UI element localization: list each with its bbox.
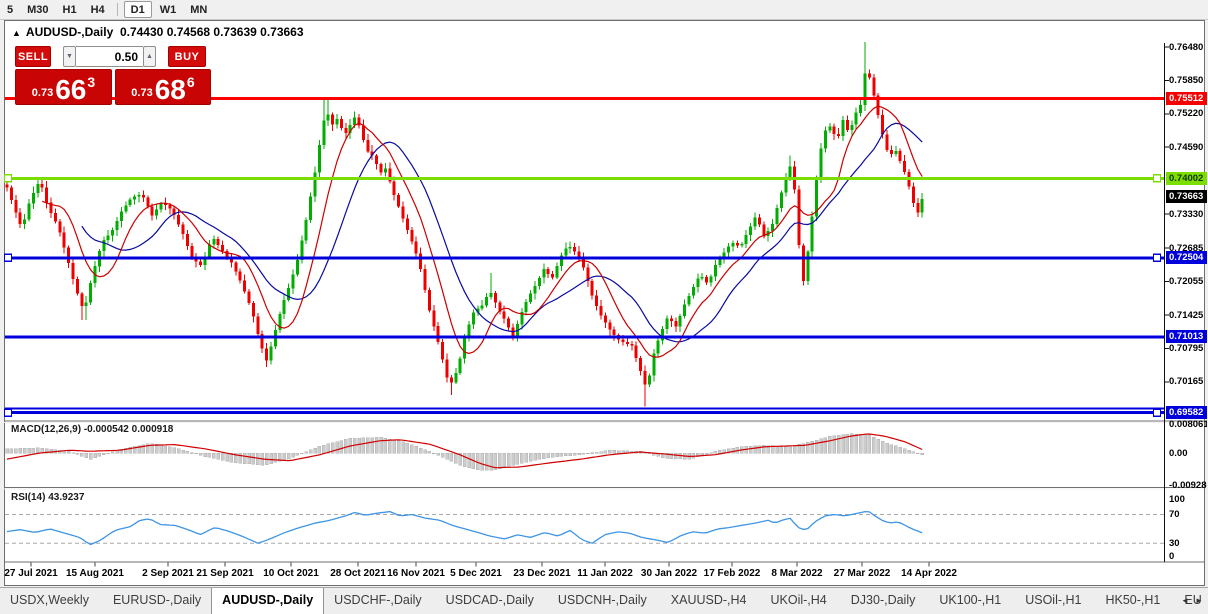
scroll-right-icon: ► — [1195, 595, 1203, 605]
ohlc-open: 0.74430 — [119, 25, 164, 39]
price-badge: 0.74002 — [1166, 171, 1207, 185]
buy-price-prefix: 0.73 — [131, 87, 153, 99]
macd-current-values: -0.000542 0.000918 — [83, 424, 174, 435]
buy-price-pip: 6 — [186, 74, 195, 90]
sell-price-prefix: 0.73 — [31, 87, 54, 99]
price-tick-label: 0.74590 — [1169, 141, 1204, 153]
date-label: 2 Sep 2021 — [142, 568, 194, 579]
macd-tick-label: -0.009286 — [1169, 480, 1207, 491]
ohlc-low: 0.73639 — [213, 25, 257, 39]
rsi-tick-label: 70 — [1169, 509, 1180, 520]
symbol-arrow-icon: ▲ — [12, 28, 21, 38]
price-tick-label: 0.70795 — [1169, 342, 1204, 354]
sell-price-box[interactable]: 0.73 66 3 — [15, 69, 112, 105]
symbol-tab-usdx-weekly[interactable]: USDX,Weekly — [0, 588, 99, 614]
macd-name: MACD(12,26,9) — [11, 424, 82, 435]
trade-panel-price-row: 0.73 66 3 0.73 68 6 — [15, 69, 211, 105]
date-label: 10 Oct 2021 — [263, 568, 319, 579]
symbol-tab-eurusd-daily[interactable]: EURUSD-,Daily — [103, 588, 211, 614]
sell-price-big: 66 — [55, 74, 87, 105]
symbol-tab-hk50-h1[interactable]: HK50-,H1 — [1095, 588, 1170, 614]
rsi-name: RSI(14) — [11, 492, 46, 503]
price-tick-label: 0.70165 — [1169, 376, 1204, 388]
chart-title-bar: ▲ AUDUSD-,Daily 0.74430 0.74568 0.73639 0… — [12, 25, 304, 39]
symbol-tab-audusd-daily[interactable]: AUDUSD-,Daily — [211, 588, 325, 614]
rsi-tick-label: 30 — [1169, 537, 1180, 549]
volume-input[interactable] — [76, 46, 143, 67]
ohlc-high: 0.74568 — [166, 25, 211, 39]
price-badge: 0.71013 — [1166, 330, 1207, 344]
rsi-current-value: 43.9237 — [48, 492, 85, 503]
ohlc-close: 0.73663 — [260, 25, 304, 39]
scroll-left-icon: ◄ — [1181, 595, 1189, 605]
tab-scroll-buttons: ◄ ► — [1178, 592, 1206, 608]
macd-tick-label: 0.00 — [1169, 447, 1188, 459]
symbol-tab-ukoil-h4[interactable]: UKOil-,H4 — [761, 588, 837, 614]
date-label: 5 Dec 2021 — [450, 568, 502, 579]
date-label: 27 Mar 2022 — [833, 568, 891, 579]
date-label: 23 Dec 2021 — [513, 568, 571, 579]
date-label: 28 Oct 2021 — [330, 568, 386, 579]
date-label: 11 Jan 2022 — [577, 568, 633, 579]
symbol-tab-xauusd-h4[interactable]: XAUUSD-,H4 — [661, 588, 757, 614]
date-label: 17 Feb 2022 — [703, 568, 761, 579]
price-badge: 0.72504 — [1166, 251, 1207, 265]
date-label: 30 Jan 2022 — [640, 568, 698, 579]
price-badge: 0.75512 — [1166, 91, 1207, 105]
date-label: 14 Apr 2022 — [901, 568, 957, 579]
symbol-tab-usdchf-daily[interactable]: USDCHF-,Daily — [324, 588, 432, 614]
one-click-trading-panel: SELL ▼ ▲ BUY 0.73 66 3 0.73 68 6 — [15, 46, 211, 105]
buy-button[interactable]: BUY — [168, 46, 206, 67]
date-label: 8 Mar 2022 — [771, 568, 823, 579]
symbol-tab-dj30-daily[interactable]: DJ30-,Daily — [841, 588, 926, 614]
date-label: 16 Nov 2021 — [387, 568, 445, 579]
price-tick-label: 0.71425 — [1169, 309, 1204, 321]
tabs-scroll-right-button[interactable]: ► — [1192, 592, 1206, 608]
symbol-tab-usdcad-daily[interactable]: USDCAD-,Daily — [436, 588, 544, 614]
volume-increase-button[interactable]: ▲ — [143, 46, 156, 67]
sell-button[interactable]: SELL — [15, 46, 51, 67]
trade-panel-spacer — [156, 46, 168, 67]
price-tick-label: 0.76480 — [1169, 41, 1204, 53]
tabs-scroll-left-button[interactable]: ◄ — [1178, 592, 1192, 608]
sell-price-pip: 3 — [87, 74, 96, 90]
date-label: 15 Aug 2021 — [66, 568, 124, 579]
rsi-tick-label: 0 — [1169, 551, 1175, 562]
price-badge: 0.73663 — [1166, 189, 1207, 203]
date-label: 21 Sep 2021 — [196, 568, 254, 579]
symbol-tab-usdcnh-daily[interactable]: USDCNH-,Daily — [548, 588, 657, 614]
price-tick-label: 0.72055 — [1169, 276, 1204, 288]
date-axis: 27 Jul 2021 15 Aug 2021 2 Sep 2021 21 Sep 2… — [0, 568, 1160, 584]
trade-panel-spacer — [51, 46, 63, 67]
rsi-tick-label: 100 — [1169, 494, 1185, 505]
symbol-tab-uk100-h1[interactable]: UK100-,H1 — [929, 588, 1011, 614]
macd-tick-label: 0.008061 — [1169, 419, 1207, 431]
buy-price-box[interactable]: 0.73 68 6 — [114, 69, 211, 105]
symbol-tab-usoil-h1[interactable]: USOil-,H1 — [1015, 588, 1091, 614]
triangle-up-icon: ▲ — [146, 53, 153, 60]
rsi-indicator-title: RSI(14) 43.9237 — [11, 492, 84, 503]
macd-indicator-title: MACD(12,26,9) -0.000542 0.000918 — [11, 424, 173, 435]
trading-terminal: 5 M30 H1 H4 D1 W1 MN ▲ AUDUSD-,Daily 0.74430 0.… — [0, 0, 1208, 614]
volume-decrease-button[interactable]: ▼ — [63, 46, 76, 67]
trade-panel-top-row: SELL ▼ ▲ BUY — [15, 46, 211, 67]
price-tick-label: 0.73330 — [1169, 208, 1204, 220]
price-badge: 0.69582 — [1166, 406, 1207, 420]
price-tick-label: 0.75220 — [1169, 108, 1204, 120]
price-tick-label: 0.75850 — [1169, 74, 1204, 86]
buy-price-big: 68 — [154, 74, 186, 105]
triangle-down-icon: ▼ — [66, 53, 73, 60]
date-label: 27 Jul 2021 — [4, 568, 58, 579]
chart-symbol-title: AUDUSD-,Daily — [25, 25, 114, 39]
symbol-tab-bar: USDX,Weekly EURUSD-,Daily AUDUSD-,Daily USD… — [0, 587, 1208, 614]
